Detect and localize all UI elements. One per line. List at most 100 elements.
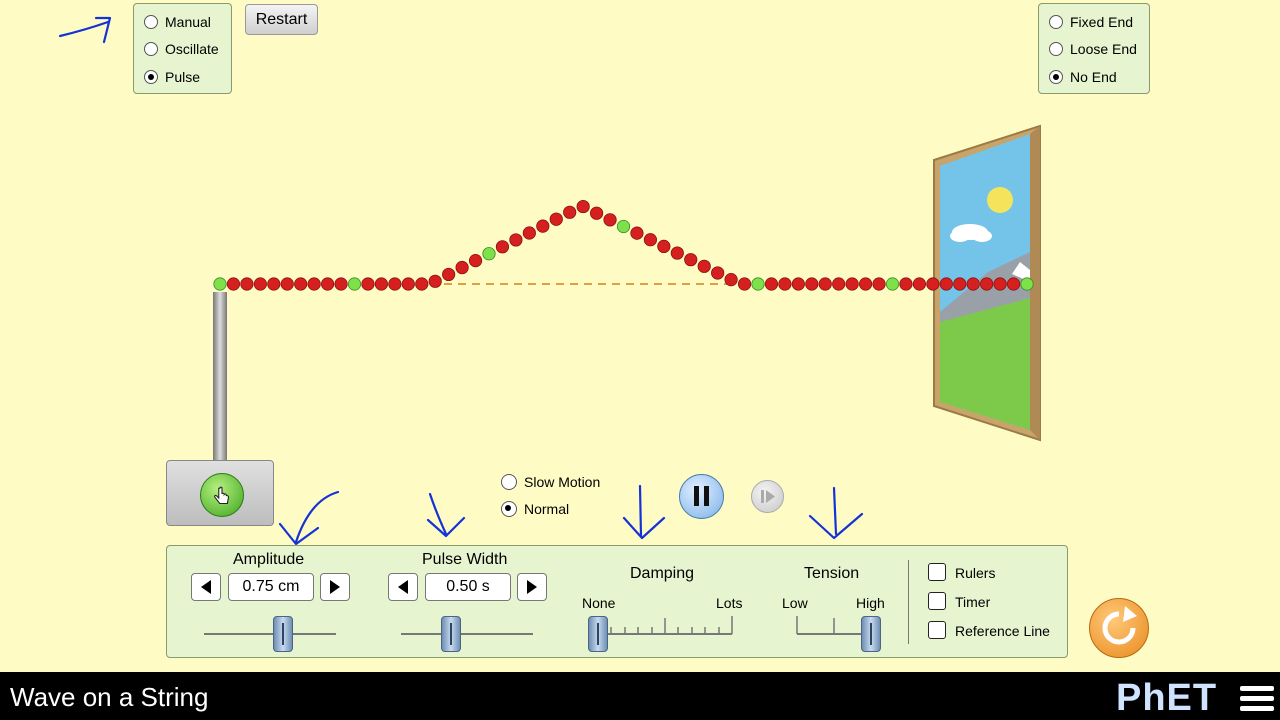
string-bead	[926, 277, 940, 291]
phet-logo[interactable]: PhET	[1116, 676, 1218, 719]
string-bead	[388, 277, 402, 291]
string-bead	[563, 205, 577, 219]
radio-label: Slow Motion	[524, 474, 601, 490]
string-bead	[751, 277, 765, 291]
pause-icon	[694, 486, 709, 506]
amplitude-increase-button[interactable]	[320, 573, 350, 601]
string-bead	[226, 277, 241, 291]
pulse-width-slider-thumb[interactable]	[441, 616, 462, 652]
pause-button[interactable]	[679, 474, 724, 519]
oscillator-box	[166, 460, 274, 526]
reset-all-button[interactable]	[1089, 598, 1149, 658]
string-bead	[347, 277, 362, 291]
rulers-checkbox[interactable]	[928, 563, 946, 581]
string-bead	[953, 277, 967, 291]
string-bead	[576, 199, 590, 214]
string-bead	[818, 277, 832, 291]
string-bead	[428, 274, 442, 288]
left-arrow-icon	[398, 580, 408, 594]
string-bead	[966, 277, 980, 291]
string-bead	[791, 277, 805, 291]
string-bead[interactable]	[213, 277, 227, 291]
string-bead	[724, 273, 738, 287]
string-bead	[415, 277, 429, 291]
radio-icon	[501, 501, 517, 517]
pulse-button[interactable]	[200, 473, 244, 517]
string-bead	[240, 277, 254, 291]
string-bead	[993, 277, 1007, 291]
string-bead	[832, 277, 846, 291]
damping-max-label: Lots	[716, 595, 743, 611]
string-bead	[670, 246, 684, 260]
string-bead	[778, 277, 792, 291]
string-bead	[320, 277, 335, 291]
string-bead	[684, 253, 698, 267]
tension-max-label: High	[856, 595, 885, 611]
amplitude-slider-track[interactable]	[204, 633, 336, 635]
app-title: Wave on a String	[10, 682, 209, 712]
string-bead	[361, 277, 375, 291]
step-button[interactable]	[751, 480, 784, 513]
panel-divider	[908, 560, 909, 644]
hamburger-menu-icon[interactable]	[1240, 686, 1274, 712]
reference-line-label: Reference Line	[955, 623, 1050, 639]
reference-line-checkbox[interactable]	[928, 621, 946, 639]
string-bead	[872, 277, 886, 291]
simulation-area: Manual Oscillate Pulse Restart Fixed End…	[0, 0, 1280, 672]
amplitude-value: 0.75 cm	[228, 573, 314, 601]
string-bead	[1006, 277, 1021, 291]
radio-label: Normal	[524, 501, 570, 517]
string-bead	[455, 260, 469, 275]
pulse-width-increase-button[interactable]	[517, 573, 547, 601]
string-bead	[401, 277, 415, 291]
tension-min-label: Low	[782, 595, 808, 611]
control-panel: Amplitude 0.75 cm Pulse Width 0.50 s Dam…	[166, 545, 1068, 658]
string-bead	[267, 277, 281, 291]
pulse-width-decrease-button[interactable]	[388, 573, 418, 601]
string-bead	[482, 247, 496, 261]
right-arrow-icon	[330, 580, 340, 594]
timer-label: Timer	[955, 594, 991, 610]
string-bead	[307, 277, 321, 291]
radio-normal[interactable]: Normal	[501, 501, 569, 517]
string-bead	[294, 277, 308, 291]
string-bead	[737, 277, 752, 291]
tension-label: Tension	[804, 565, 860, 582]
radio-icon	[501, 474, 517, 490]
string-bead	[468, 254, 483, 268]
reset-icon	[1102, 606, 1137, 645]
string-bead	[253, 277, 267, 291]
string-bead	[885, 277, 900, 291]
damping-label: Damping	[630, 565, 695, 582]
string-bead	[980, 277, 994, 291]
pulse-width-value: 0.50 s	[425, 573, 511, 601]
damping-slider-thumb[interactable]	[588, 616, 608, 652]
string-bead	[764, 277, 779, 291]
radio-slow-motion[interactable]: Slow Motion	[501, 474, 600, 490]
string-bead	[912, 277, 927, 291]
tension-slider-thumb[interactable]	[861, 616, 881, 652]
amplitude-slider-thumb[interactable]	[273, 616, 294, 652]
string-bead	[858, 277, 873, 291]
string-bead	[1020, 277, 1034, 291]
amplitude-decrease-button[interactable]	[191, 573, 221, 601]
string-bead	[495, 240, 510, 254]
string-bead	[509, 233, 523, 247]
string-bead	[374, 277, 388, 291]
string-bead	[442, 267, 456, 282]
rulers-label: Rulers	[955, 565, 996, 581]
oscillator-rod	[213, 292, 227, 462]
string-bead	[589, 206, 604, 220]
amplitude-label: Amplitude	[233, 551, 305, 568]
right-arrow-icon	[527, 580, 537, 594]
damping-slider-track[interactable]	[592, 614, 742, 644]
string-bead	[280, 277, 294, 291]
pulse-width-label: Pulse Width	[422, 551, 508, 568]
phet-wordmark: PhET	[1116, 676, 1218, 719]
string-bead	[616, 219, 631, 234]
pulse-width-slider-track[interactable]	[401, 633, 533, 635]
timer-checkbox[interactable]	[928, 592, 946, 610]
string-bead	[536, 219, 550, 233]
string-bead	[657, 239, 671, 254]
string-bead	[697, 259, 711, 273]
